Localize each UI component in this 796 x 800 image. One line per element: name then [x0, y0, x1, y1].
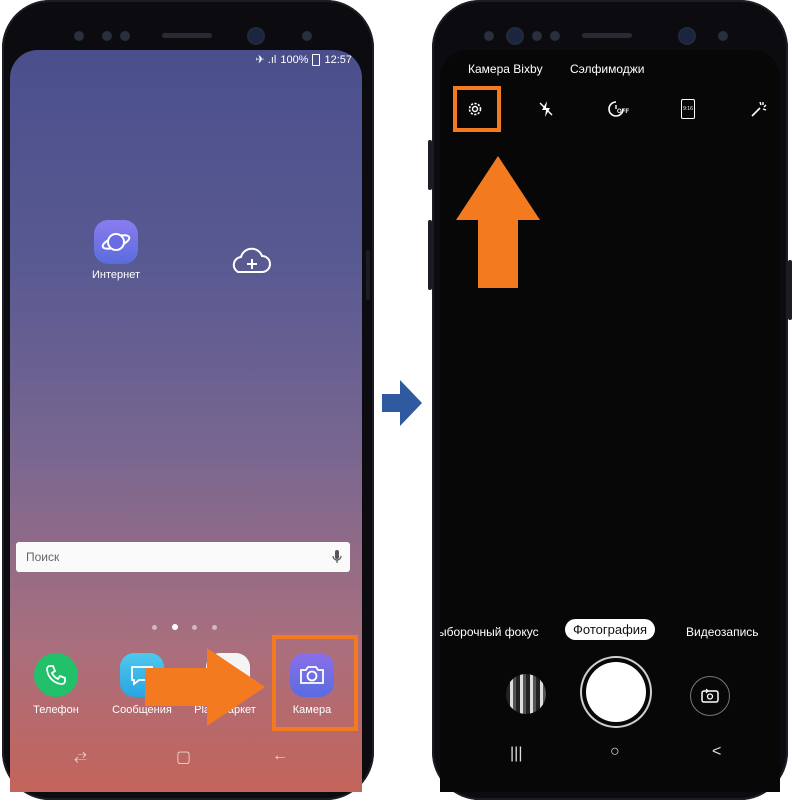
nav-recent-button[interactable]: |||: [510, 745, 522, 763]
front-sensor: [120, 31, 130, 41]
nav-recent-button[interactable]: ⥄: [74, 747, 87, 765]
earpiece-speaker: [582, 33, 632, 38]
nav-home-button[interactable]: ○: [610, 743, 620, 761]
volume-button: [428, 140, 432, 190]
aspect-ratio-button[interactable]: 9:16: [676, 97, 700, 121]
flash-off-icon: [539, 101, 553, 117]
battery-icon: [312, 53, 321, 66]
front-sensor: [532, 31, 542, 41]
google-search-bar[interactable]: Поиск: [16, 542, 350, 572]
power-button: [788, 260, 792, 320]
flash-button[interactable]: [534, 97, 558, 121]
front-sensor: [302, 31, 312, 41]
highlight-arrow-up: [456, 156, 540, 288]
transition-arrow: [382, 380, 422, 426]
cloud-add-icon: [232, 247, 271, 273]
nav-home-button[interactable]: ▢: [176, 747, 191, 767]
phone-icon: [46, 665, 66, 685]
mode-photo-selected[interactable]: Фотография: [565, 619, 656, 640]
page-indicator-home-dot: [172, 624, 178, 630]
gallery-thumbnail[interactable]: [506, 674, 546, 714]
front-camera: [249, 29, 263, 43]
signal-icons: ✈ .ıl: [255, 54, 277, 66]
front-sensor: [718, 31, 728, 41]
status-bar: ✈ .ıl 100% 12:57: [255, 53, 352, 66]
mic-icon[interactable]: [332, 549, 342, 565]
timer-button[interactable]: OFF: [605, 97, 629, 121]
page-indicator-dot: [152, 625, 157, 630]
front-sensor: [550, 31, 560, 41]
internet-planet-icon: [101, 233, 131, 251]
highlight-arrow-right: [145, 648, 265, 726]
app-phone-label: Телефон: [33, 704, 79, 716]
page-indicator-dot: [212, 625, 217, 630]
search-placeholder: Поиск: [26, 550, 60, 564]
earpiece-speaker: [162, 33, 212, 38]
effects-button[interactable]: [747, 97, 771, 121]
app-phone[interactable]: [34, 653, 78, 697]
front-camera: [680, 29, 694, 43]
aspect-ratio-icon: 9:16: [681, 99, 695, 119]
front-sensor: [484, 31, 494, 41]
highlight-settings-box: [453, 86, 501, 132]
page-indicator-dot: [192, 625, 197, 630]
mode-selective-focus[interactable]: ыборочный фокус: [440, 625, 539, 639]
front-sensor: [74, 31, 84, 41]
aspect-ratio-label: 9:16: [683, 106, 693, 112]
bixby-button: [428, 220, 432, 290]
mode-video[interactable]: Видеозапись: [686, 625, 759, 639]
clock: 12:57: [324, 53, 352, 66]
battery-level: 100%: [280, 53, 309, 66]
highlight-camera-box: [272, 635, 358, 731]
effects-icon: [751, 101, 767, 117]
app-internet[interactable]: [94, 220, 138, 264]
cloud-add-widget[interactable]: [228, 246, 274, 281]
mode-selfiemoji[interactable]: Сэлфимоджи: [570, 62, 645, 76]
flip-camera-button[interactable]: [690, 676, 730, 716]
shutter-button[interactable]: [586, 662, 646, 722]
mode-bixby-camera[interactable]: Камера Bixby: [468, 62, 543, 76]
nav-back-button[interactable]: <: [712, 743, 721, 761]
nav-back-button[interactable]: ←: [272, 747, 288, 765]
app-internet-label: Интернет: [92, 269, 140, 281]
front-sensor: [102, 31, 112, 41]
front-sensor-cluster: [508, 29, 522, 43]
timer-off-label: OFF: [617, 109, 629, 115]
flip-camera-icon: [701, 688, 719, 703]
power-button: [366, 250, 370, 300]
